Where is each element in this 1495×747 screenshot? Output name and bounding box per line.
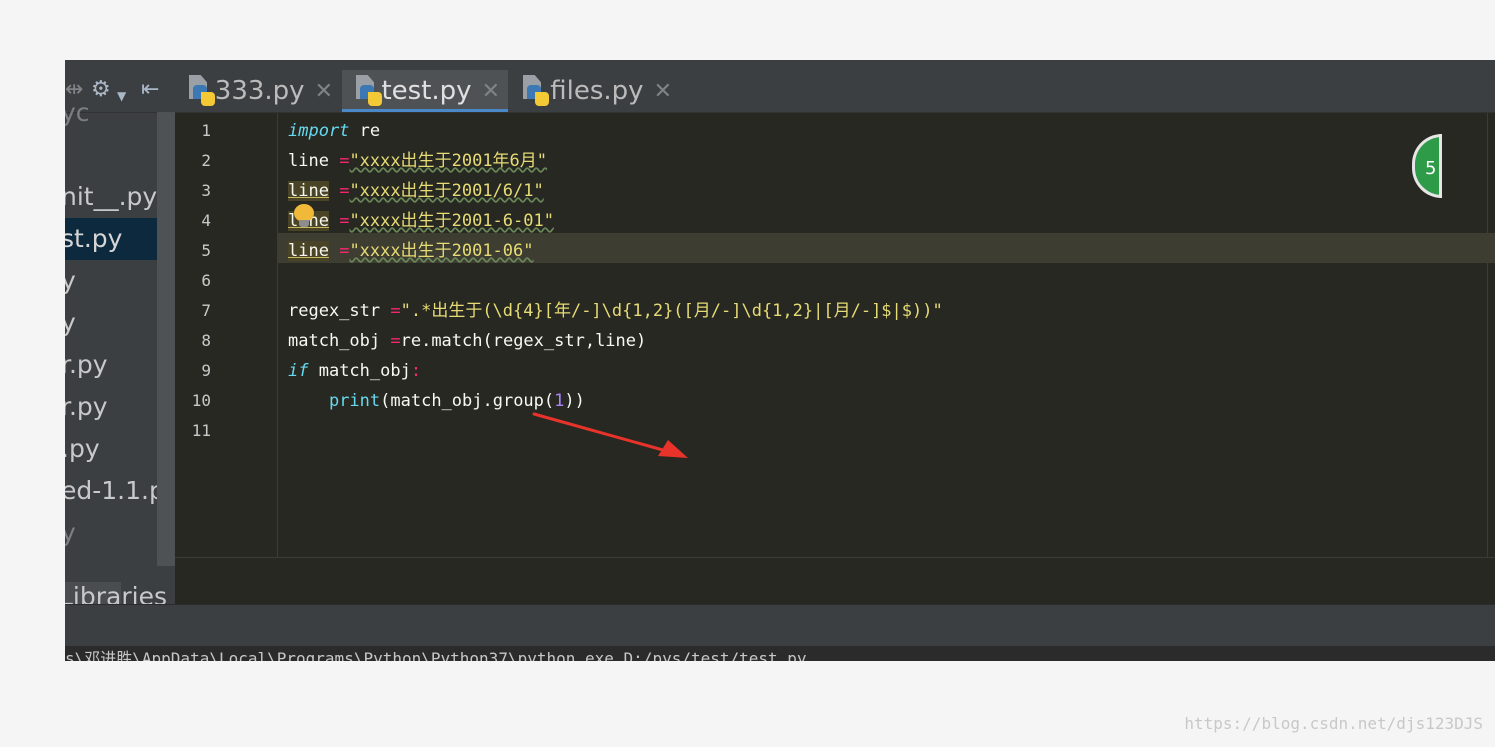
line-number: 4: [201, 211, 211, 230]
code-line-8[interactable]: match_obj =re.match(regex_str,line): [288, 326, 646, 356]
ide-window: ⇹ ⚙ ▼ ⇤ ycnit__.pyst.pyyyr.pyr.py.pyed-1…: [65, 60, 1495, 661]
code-line-9[interactable]: if match_obj:: [288, 356, 421, 386]
tree-item[interactable]: y: [65, 512, 157, 554]
line-number: 6: [201, 271, 211, 290]
tree-item[interactable]: y: [65, 260, 157, 302]
python-file-icon: [521, 75, 549, 107]
code-area[interactable]: import re line ="xxxx出生于2001年6月" line ="…: [288, 113, 1478, 557]
tree-item[interactable]: y: [65, 302, 157, 344]
editor-tab-bar: 333.py ✕ test.py ✕ files.py ✕: [175, 70, 1495, 113]
tree-item[interactable]: r.py: [65, 344, 157, 386]
tree-item[interactable]: r.py: [65, 386, 157, 428]
tree-item-label: y: [65, 266, 76, 295]
tab-label: 333.py: [214, 76, 305, 106]
code-line-4[interactable]: line ="xxxx出生于2001-6-01": [288, 206, 554, 236]
tab-test-py[interactable]: test.py ✕: [342, 70, 508, 112]
tree-item-label: nit__.py: [65, 182, 158, 211]
tree-item-label: Libraries: [65, 582, 167, 604]
line-number: 11: [191, 421, 211, 440]
close-icon[interactable]: ✕: [654, 79, 672, 104]
tab-label: test.py: [381, 76, 472, 106]
tree-item[interactable]: nit__.py: [65, 176, 157, 218]
code-line-3[interactable]: line ="xxxx出生于2001/6/1": [288, 176, 544, 206]
line-number: 9: [201, 361, 211, 380]
red-arrow-annotation: [532, 412, 688, 458]
line-number: 3: [201, 181, 211, 200]
project-sidebar: ⇹ ⚙ ▼ ⇤ ycnit__.pyst.pyyyr.pyr.py.pyed-1…: [65, 70, 175, 604]
tree-item[interactable]: .py: [65, 428, 157, 470]
tab-333-py[interactable]: 333.py ✕: [175, 70, 341, 112]
tab-label: files.py: [550, 76, 644, 106]
tree-item-label: st.py: [65, 224, 123, 253]
code-line-5[interactable]: line ="xxxx出生于2001-06": [288, 236, 534, 266]
tree-item-label: r.py: [65, 392, 108, 421]
line-number: 10: [191, 391, 211, 410]
tree-item-label: .py: [65, 434, 100, 463]
python-file-icon: [187, 75, 215, 107]
project-tree: ycnit__.pyst.pyyyr.pyr.py.pyed-1.1.pyy: [65, 98, 175, 582]
watermark: https://blog.csdn.net/djs123DJS: [1184, 714, 1483, 733]
line-number: 8: [201, 331, 211, 350]
tree-item[interactable]: st.py: [65, 218, 157, 260]
tree-item[interactable]: [65, 134, 157, 176]
lightbulb-icon[interactable]: [293, 204, 315, 228]
tree-item-label: r.py: [65, 350, 108, 379]
console-command: s\邓进胜\AppData\Local\Programs\Python\Pyth…: [65, 649, 807, 662]
tree-item-label: y: [65, 518, 76, 547]
code-line-7[interactable]: regex_str =".*出生于(\d{4}[年/-]\d{1,2}([月/-…: [288, 296, 943, 326]
tree-item[interactable]: ed-1.1.py: [65, 470, 175, 512]
tree-item-libraries[interactable]: Libraries: [65, 582, 167, 604]
python-file-icon: [354, 75, 382, 107]
line-number: 7: [201, 301, 211, 320]
line-number: 2: [201, 151, 211, 170]
editor-bottom-area: [175, 557, 1495, 604]
code-line-2[interactable]: line ="xxxx出生于2001年6月": [288, 146, 547, 176]
tab-files-py[interactable]: files.py ✕: [509, 70, 680, 112]
editor-right-margin: [1487, 113, 1495, 557]
line-number: 5: [201, 241, 211, 260]
tree-item[interactable]: yc: [65, 92, 157, 134]
close-icon[interactable]: ✕: [315, 79, 333, 104]
close-icon[interactable]: ✕: [482, 79, 500, 104]
line-number-gutter: 1 2 3 4 5 6 7 8 9 10 11: [175, 113, 278, 557]
tree-item-label: yc: [65, 98, 90, 127]
run-panel-header: [65, 604, 1495, 647]
line-number: 1: [201, 121, 211, 140]
code-line-1[interactable]: import re: [288, 116, 380, 146]
sidebar-scrollbar[interactable]: [157, 112, 175, 566]
tree-item-label: y: [65, 308, 76, 337]
run-console: s\邓进胜\AppData\Local\Programs\Python\Pyth…: [65, 646, 1495, 661]
code-editor[interactable]: 1 2 3 4 5 6 7 8 9 10 11 import re line ="xxxx出生于20…: [175, 113, 1495, 604]
